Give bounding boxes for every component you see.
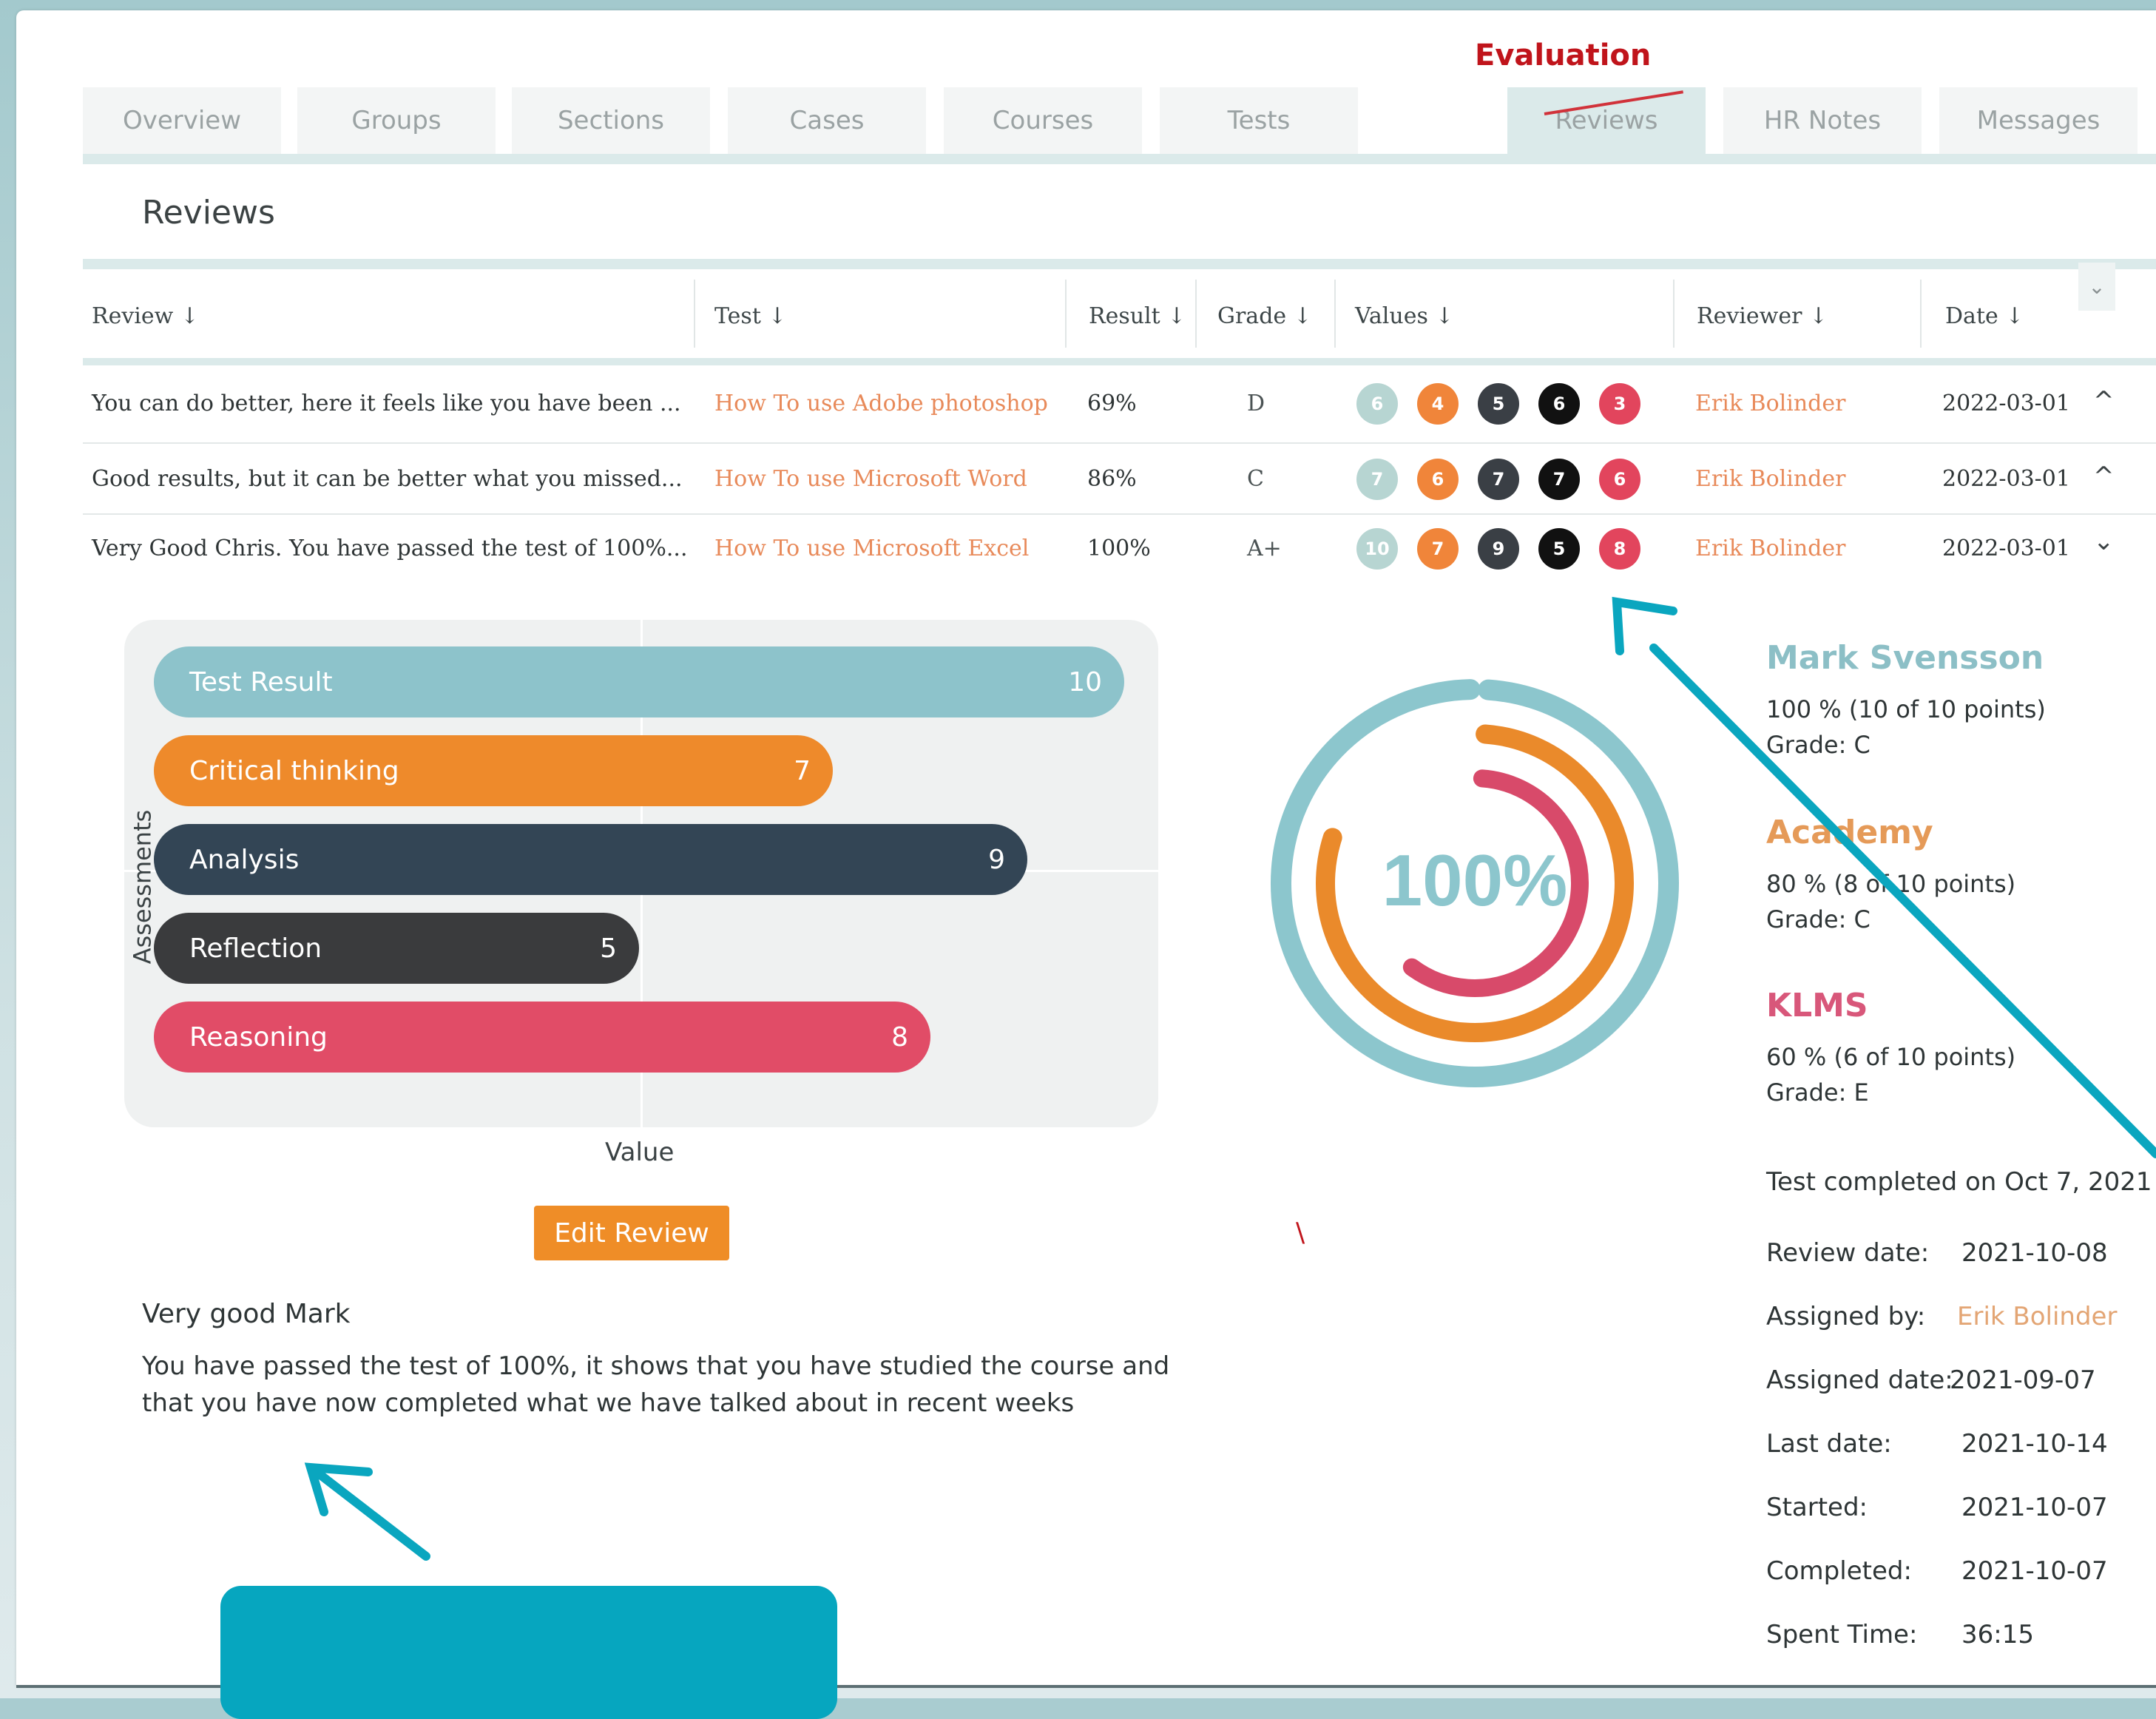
arrow-icon [312,1468,430,1561]
arrow-icon [1649,644,2156,1158]
annotation-arrows [304,596,2156,1561]
arrow-icon [1612,596,1677,655]
